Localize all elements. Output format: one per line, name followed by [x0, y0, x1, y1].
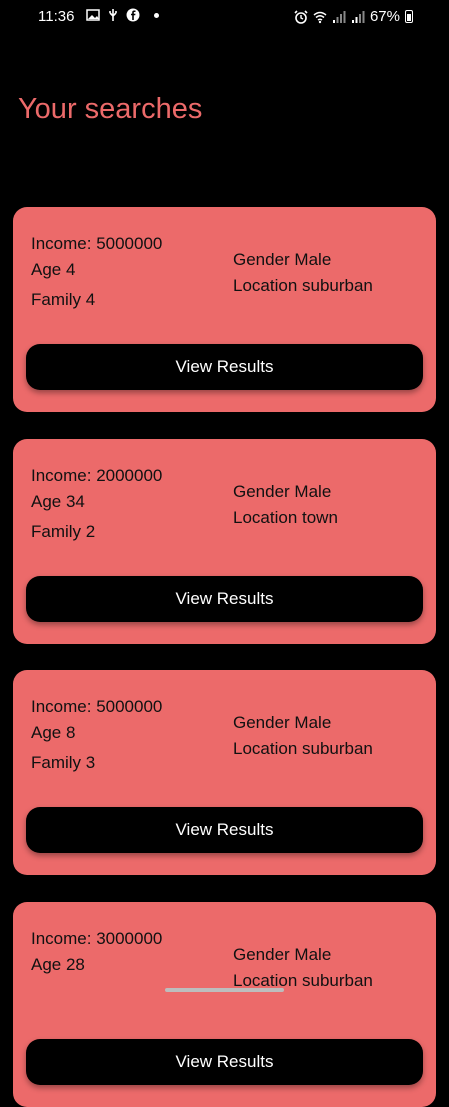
gender-label: Gender Male [233, 713, 332, 732]
battery-percent: 67% [369, 8, 400, 25]
income-label: Income: 5000000 [31, 234, 163, 253]
status-time: 11:36 [38, 8, 75, 25]
search-card: Income: 5000000 Age 8 Family 3 Gender Ma… [13, 670, 436, 875]
income-label: Income: 5000000 [31, 697, 163, 716]
view-results-button[interactable]: View Results [26, 1039, 423, 1085]
battery-icon [405, 10, 413, 23]
age-label: Age 4 [31, 260, 76, 279]
signal-icon [351, 10, 365, 23]
view-results-button[interactable]: View Results [26, 344, 423, 390]
search-card-details: Income: 5000000 Age 4 Family 4 [31, 233, 162, 317]
alarm-icon [294, 9, 308, 24]
age-label: Age 34 [31, 492, 85, 511]
search-card-details: Income: 3000000 Age 28 [31, 928, 162, 1012]
income-label: Income: 3000000 [31, 929, 163, 948]
search-card-details: Income: 5000000 Age 8 Family 3 [31, 696, 162, 780]
family-label: Family 3 [31, 753, 96, 772]
page-title: Your searches [18, 93, 203, 125]
notification-dot [154, 12, 159, 18]
family-label: Family 4 [31, 290, 96, 309]
location-label: Location suburban [233, 739, 373, 758]
location-label: Location town [233, 508, 338, 527]
search-card-attributes: Gender Male Location suburban [233, 712, 373, 764]
gender-label: Gender Male [233, 250, 332, 269]
gesture-nav-handle[interactable] [165, 988, 284, 992]
family-label [31, 984, 162, 1012]
search-card-attributes: Gender Male Location town [233, 481, 338, 533]
facebook-icon [126, 8, 140, 22]
view-results-button[interactable]: View Results [26, 807, 423, 853]
search-card-attributes: Gender Male Location suburban [233, 249, 373, 301]
gender-label: Gender Male [233, 945, 332, 964]
image-icon [86, 9, 100, 21]
search-card: Income: 5000000 Age 4 Family 4 Gender Ma… [13, 207, 436, 412]
location-label: Location suburban [233, 971, 373, 990]
income-label: Income: 2000000 [31, 466, 163, 485]
status-bar: 11:36 67% [0, 0, 449, 34]
usb-icon [109, 9, 117, 21]
status-right-icons: 67% [294, 8, 413, 25]
location-label: Location suburban [233, 276, 373, 295]
search-card: Income: 3000000 Age 28 Gender Male Locat… [13, 902, 436, 1107]
wifi-icon [313, 11, 327, 23]
view-results-button[interactable]: View Results [26, 576, 423, 622]
gender-label: Gender Male [233, 482, 332, 501]
signal-icon [332, 10, 346, 23]
age-label: Age 8 [31, 723, 76, 742]
status-left-icons [86, 8, 159, 22]
search-card-details: Income: 2000000 Age 34 Family 2 [31, 465, 162, 549]
family-label: Family 2 [31, 522, 96, 541]
age-label: Age 28 [31, 955, 85, 974]
search-card: Income: 2000000 Age 34 Family 2 Gender M… [13, 439, 436, 644]
